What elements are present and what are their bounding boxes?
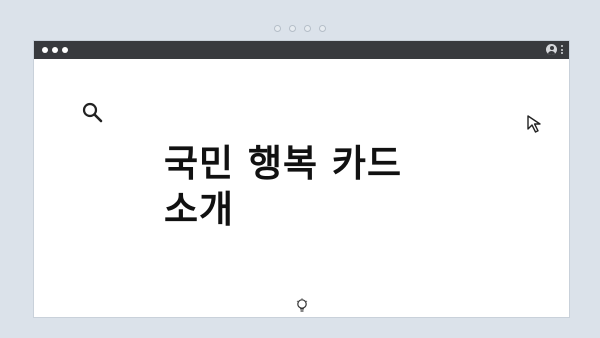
kebab-menu-icon[interactable]	[561, 45, 563, 54]
title-line-2: 소개	[164, 188, 235, 231]
search-icon	[82, 102, 103, 123]
dot	[304, 25, 311, 32]
carousel-dots	[274, 25, 326, 32]
browser-titlebar	[34, 41, 569, 59]
dot	[274, 25, 281, 32]
cursor-arrow-icon	[527, 115, 541, 133]
page-title: 국민 행복 카드 소개	[164, 141, 464, 233]
dot	[319, 25, 326, 32]
browser-content: 국민 행복 카드 소개	[34, 59, 569, 317]
lightbulb-icon	[296, 298, 308, 312]
title-line-1: 국민 행복 카드	[164, 142, 403, 185]
window-dot-icon[interactable]	[42, 47, 48, 53]
titlebar-actions	[546, 44, 563, 55]
window-dot-icon[interactable]	[52, 47, 58, 53]
window-dot-icon[interactable]	[62, 47, 68, 53]
window-controls	[42, 47, 68, 53]
dot	[289, 25, 296, 32]
browser-window: 국민 행복 카드 소개	[33, 40, 570, 318]
page-frame: 국민 행복 카드 소개	[0, 0, 600, 338]
profile-icon[interactable]	[546, 44, 557, 55]
